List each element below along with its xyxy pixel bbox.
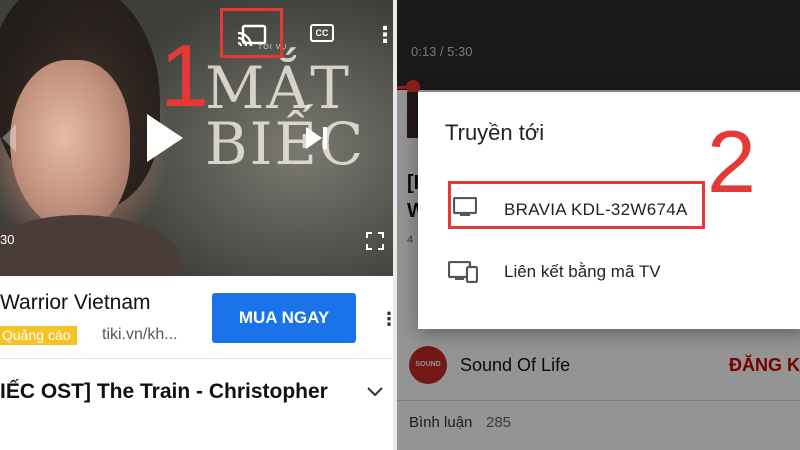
captions-icon[interactable]: CC [310, 24, 334, 42]
step-annotation-1: 1 [160, 26, 209, 125]
previous-icon[interactable] [2, 124, 16, 152]
poster-face [10, 60, 130, 230]
device-highlight-box [448, 181, 705, 229]
left-screenshot: TÔI VỤ MẮT BIẾC CC ⋮ 30 1 Warrior Vietna… [0, 0, 393, 450]
dialog-title: Truyền tới [445, 120, 545, 145]
link-with-tv-code-option[interactable]: Liên kết bằng mã TV [504, 262, 661, 282]
next-icon[interactable] [302, 124, 330, 152]
cast-highlight-box [220, 8, 283, 58]
poster-shoulder [0, 215, 180, 276]
poster-title-line1: MẮT [205, 54, 351, 122]
chevron-down-icon[interactable] [366, 385, 384, 399]
poster-title: MẮT BIẾC [205, 54, 366, 178]
fullscreen-icon[interactable] [366, 232, 384, 250]
divider [0, 358, 393, 359]
buy-now-button[interactable]: MUA NGAY [212, 293, 356, 343]
link-tv-icon [448, 261, 478, 283]
ad-more-icon[interactable]: ⋮ [380, 308, 393, 330]
ad-url[interactable]: tiki.vn/kh... [102, 326, 178, 344]
step-annotation-2: 2 [707, 112, 756, 211]
right-screenshot: 0:13 / 5:30 [I W 4 SOUND Sound Of Life Đ… [397, 0, 800, 450]
video-time-partial: 30 [0, 232, 15, 247]
poster-title-line2: BIẾC [205, 110, 366, 178]
ad-title[interactable]: Warrior Vietnam [0, 291, 151, 315]
more-options-icon[interactable]: ⋮ [374, 22, 393, 48]
video-title[interactable]: IẾC OST] The Train - Christopher [0, 380, 328, 404]
ad-badge: Quảng cáo [0, 326, 77, 345]
